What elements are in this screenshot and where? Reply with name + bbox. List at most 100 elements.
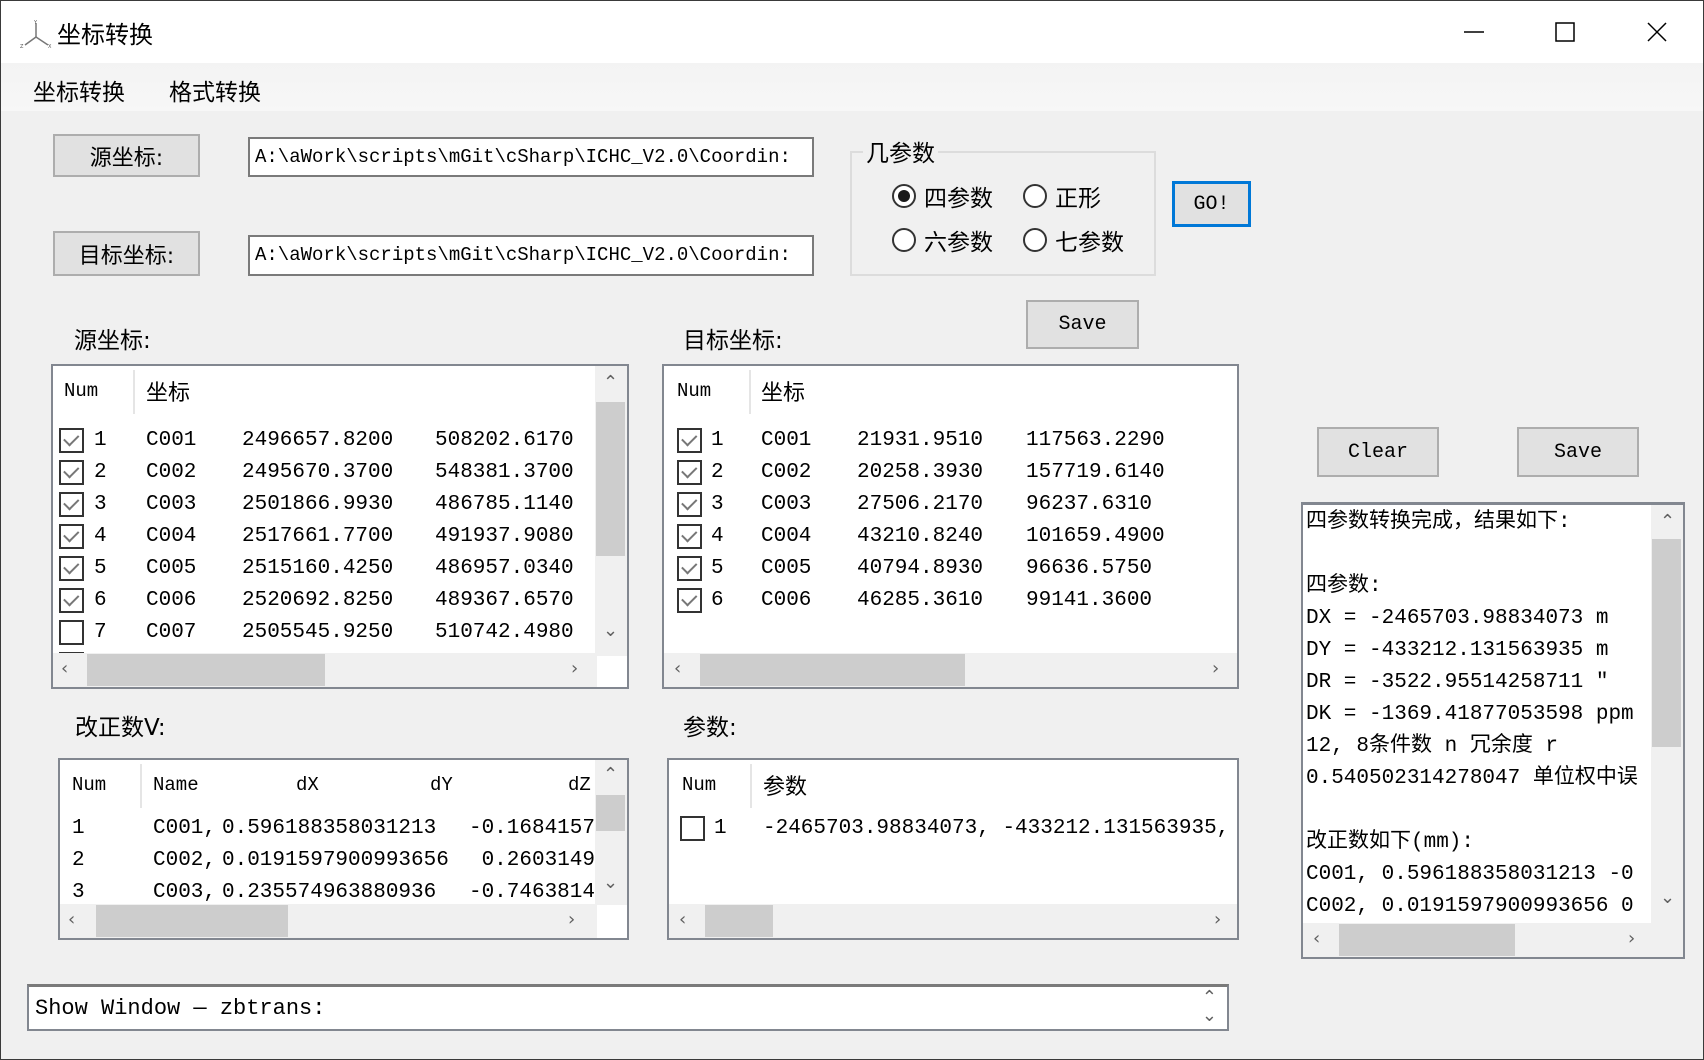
header-num[interactable]: Num [677, 380, 711, 402]
scroll-right-icon[interactable]: › [571, 658, 578, 679]
scroll-down-icon[interactable]: ⌄ [603, 620, 618, 641]
scroll-up-icon[interactable]: ⌃ [603, 372, 618, 393]
header-name[interactable]: Name [153, 774, 199, 796]
scroll-thumb[interactable] [87, 654, 325, 686]
table-row[interactable]: 5 C005 2515160.4250 486957.0340 [53, 552, 598, 584]
residuals-list-hscrollbar[interactable]: ‹ › [60, 904, 597, 938]
checkbox-checked-icon[interactable] [59, 491, 84, 517]
checkbox-unchecked-icon[interactable] [59, 619, 84, 645]
radio-six-parameter[interactable]: 六参数 [892, 223, 993, 257]
result-output-textbox[interactable]: 四参数转换完成，结果如下: 四参数: DX = -2465703.98834073 … [1301, 502, 1685, 959]
scroll-right-icon[interactable]: › [568, 909, 575, 930]
column-separator[interactable] [140, 764, 142, 808]
output-vscrollbar[interactable]: ⌃ ⌄ [1651, 505, 1683, 925]
scroll-thumb[interactable] [700, 654, 965, 686]
table-row[interactable]: 5 C005 40794.8930 96636.5750 [664, 552, 1237, 584]
table-row[interactable]: 1 C001, 0.596188358031213 -0.1684157 [60, 812, 595, 844]
go-button[interactable]: GO! [1172, 181, 1251, 227]
scroll-left-icon[interactable]: ‹ [679, 909, 686, 930]
checkbox-checked-icon[interactable] [677, 523, 702, 549]
parameters-list[interactable]: Num 参数 1 -2465703.98834073, -433212.13156… [667, 758, 1239, 940]
table-row[interactable]: 6 C006 2520692.8250 489367.6570 [53, 584, 598, 616]
scroll-thumb[interactable] [596, 795, 625, 831]
checkbox-checked-icon[interactable] [59, 427, 84, 453]
source-file-button[interactable]: 源坐标: [53, 134, 200, 177]
scroll-down-icon[interactable]: ⌄ [1202, 1005, 1217, 1026]
source-path-input[interactable]: A:\aWork\scripts\mGit\cSharp\ICHC_V2.0\C… [248, 137, 814, 177]
column-separator[interactable] [749, 370, 751, 414]
parameters-list-hscrollbar[interactable]: ‹ › [669, 904, 1237, 938]
table-row[interactable]: 1 C001 2496657.8200 508202.6170 [53, 424, 598, 456]
menu-format-transform[interactable]: 格式转换 [169, 73, 261, 107]
table-row[interactable]: 3 C003 27506.2170 96237.6310 [664, 488, 1237, 520]
column-separator[interactable] [750, 764, 752, 808]
checkbox-checked-icon[interactable] [59, 523, 84, 549]
header-num[interactable]: Num [682, 774, 716, 796]
scroll-left-icon[interactable]: ‹ [61, 658, 68, 679]
save-target-button[interactable]: Save [1026, 300, 1139, 349]
menu-coordinate-transform[interactable]: 坐标转换 [33, 73, 125, 107]
minimize-button[interactable] [1428, 1, 1520, 63]
scroll-left-icon[interactable]: ‹ [1313, 928, 1320, 949]
header-dy[interactable]: dY [430, 774, 453, 796]
scroll-thumb[interactable] [96, 905, 288, 937]
show-window-log[interactable]: Show Window — zbtrans: ⌃ ⌄ [27, 984, 1229, 1031]
maximize-button[interactable] [1519, 1, 1611, 63]
header-num[interactable]: Num [72, 774, 106, 796]
scroll-left-icon[interactable]: ‹ [674, 658, 681, 679]
scroll-thumb[interactable] [1339, 924, 1515, 956]
scroll-down-icon[interactable]: ⌄ [603, 872, 618, 893]
table-row[interactable]: 1 -2465703.98834073, -433212.131563935, -… [669, 812, 1237, 844]
scroll-up-icon[interactable]: ⌃ [1660, 511, 1675, 532]
residuals-list[interactable]: Num Name dX dY dZ 1 C001, 0.59618835803121… [58, 758, 629, 940]
residuals-list-vscrollbar[interactable]: ⌃ ⌄ [595, 760, 627, 905]
scroll-left-icon[interactable]: ‹ [68, 909, 75, 930]
scroll-down-icon[interactable]: ⌄ [1660, 887, 1675, 908]
clear-button[interactable]: Clear [1317, 427, 1439, 477]
table-row[interactable]: 2 C002 20258.3930 157719.6140 [664, 456, 1237, 488]
header-dz[interactable]: dZ [568, 774, 591, 796]
radio-four-parameter[interactable]: 四参数 [892, 179, 993, 213]
table-row[interactable]: 4 C004 43210.8240 101659.4900 [664, 520, 1237, 552]
column-separator[interactable] [133, 370, 135, 414]
table-row[interactable]: 1 C001 21931.9510 117563.2290 [664, 424, 1237, 456]
source-coords-list[interactable]: Num 坐标 1 C001 2496657.8200 508202.6170 2 C002… [51, 364, 629, 689]
source-list-hscrollbar[interactable]: ‹ › [53, 653, 597, 687]
target-path-input[interactable]: A:\aWork\scripts\mGit\cSharp\ICHC_V2.0\C… [248, 235, 814, 276]
radio-conformal[interactable]: 正形 [1023, 179, 1101, 213]
table-row[interactable]: 3 C003 2501866.9930 486785.1140 [53, 488, 598, 520]
radio-seven-parameter[interactable]: 七参数 [1023, 223, 1124, 257]
target-list-hscrollbar[interactable]: ‹ › [664, 653, 1237, 687]
scroll-thumb[interactable] [596, 402, 625, 556]
target-coords-list[interactable]: Num 坐标 1 C001 21931.9510 117563.2290 2 C002 20… [662, 364, 1239, 689]
table-row[interactable]: 2 C002, 0.0191597900993656 0.2603149 [60, 844, 595, 876]
checkbox-checked-icon[interactable] [677, 555, 702, 581]
scroll-thumb[interactable] [1652, 539, 1681, 747]
checkbox-checked-icon[interactable] [59, 555, 84, 581]
checkbox-checked-icon[interactable] [677, 491, 702, 517]
source-list-vscrollbar[interactable]: ⌃ ⌄ [595, 366, 627, 656]
header-num[interactable]: Num [64, 380, 98, 402]
checkbox-checked-icon[interactable] [677, 587, 702, 613]
header-dx[interactable]: dX [296, 774, 319, 796]
header-coords[interactable]: 坐标 [761, 375, 805, 407]
scroll-thumb[interactable] [705, 905, 773, 937]
close-button[interactable] [1611, 1, 1703, 63]
target-file-button[interactable]: 目标坐标: [53, 231, 200, 276]
checkbox-checked-icon[interactable] [677, 427, 702, 453]
scroll-right-icon[interactable]: › [1214, 909, 1221, 930]
checkbox-checked-icon[interactable] [677, 459, 702, 485]
output-hscrollbar[interactable]: ‹ › [1303, 923, 1683, 957]
scroll-right-icon[interactable]: › [1212, 658, 1219, 679]
save-output-button[interactable]: Save [1517, 427, 1639, 477]
header-params[interactable]: 参数 [763, 769, 807, 801]
checkbox-unchecked-icon[interactable] [680, 815, 705, 841]
scroll-right-icon[interactable]: › [1628, 928, 1635, 949]
checkbox-checked-icon[interactable] [59, 459, 84, 485]
table-row[interactable]: 6 C006 46285.3610 99141.3600 [664, 584, 1237, 616]
checkbox-checked-icon[interactable] [59, 587, 84, 613]
scroll-up-icon[interactable]: ⌃ [603, 764, 618, 785]
table-row[interactable]: 7 C007 2505545.9250 510742.4980 [53, 616, 598, 648]
table-row[interactable]: 4 C004 2517661.7700 491937.9080 [53, 520, 598, 552]
header-coords[interactable]: 坐标 [146, 375, 190, 407]
